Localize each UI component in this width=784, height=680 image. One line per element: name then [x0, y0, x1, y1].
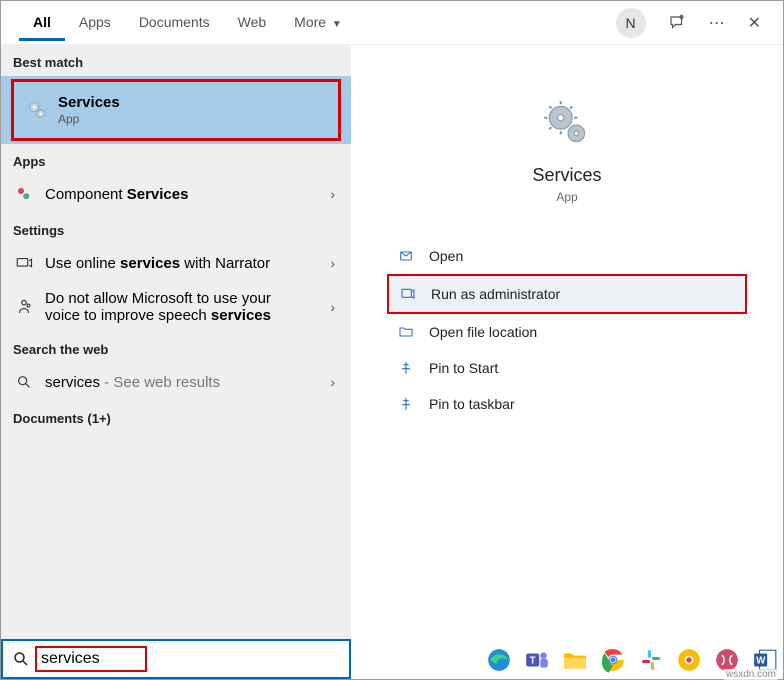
action-run-as-administrator[interactable]: Run as administrator [387, 274, 747, 314]
result-best-services[interactable]: Services App [11, 79, 341, 141]
services-gears-icon [542, 99, 592, 149]
action-pin-to-taskbar[interactable]: Pin to taskbar [387, 386, 747, 422]
result-text-bold: services [120, 255, 180, 272]
action-label: Pin to Start [429, 360, 498, 376]
result-text: services [45, 374, 100, 391]
folder-icon [397, 323, 415, 341]
accessibility-icon [13, 252, 35, 274]
tab-apps[interactable]: Apps [65, 4, 125, 41]
results-panel: Best match Services App Apps Compon [1, 45, 351, 679]
action-pin-to-start[interactable]: Pin to Start [387, 350, 747, 386]
action-label: Run as administrator [431, 286, 560, 302]
search-bar [1, 639, 351, 679]
chevron-right-icon: › [330, 255, 339, 271]
section-search-web: Search the web [1, 332, 351, 363]
section-settings: Settings [1, 213, 351, 244]
component-services-icon [13, 183, 35, 205]
feedback-icon[interactable] [668, 14, 686, 32]
chevron-right-icon: › [330, 374, 339, 390]
taskbar-edge-icon[interactable] [482, 645, 516, 675]
section-apps: Apps [1, 144, 351, 175]
open-icon [397, 247, 415, 265]
result-speech-services[interactable]: Do not allow Microsoft to use your voice… [1, 282, 351, 332]
result-hint: - See web results [100, 374, 220, 391]
admin-shield-icon [399, 285, 417, 303]
tab-documents[interactable]: Documents [125, 4, 224, 41]
action-label: Open [429, 248, 463, 264]
svg-text:T: T [530, 655, 536, 666]
preview-title: Services [532, 165, 601, 186]
preview-subtitle: App [556, 190, 577, 204]
result-web-services[interactable]: services - See web results › [1, 363, 351, 401]
search-icon [13, 371, 35, 393]
result-component-services[interactable]: Component Services › [1, 175, 351, 213]
result-text-bold: services [211, 307, 271, 324]
result-narrator-services[interactable]: Use online services with Narrator › [1, 244, 351, 282]
search-icon [7, 650, 35, 668]
tab-all[interactable]: All [19, 4, 65, 41]
result-text-bold: Services [127, 186, 189, 203]
result-text: with Narrator [180, 255, 270, 272]
titlebar: All Apps Documents Web More ▼ N ⋯ ✕ [1, 1, 783, 45]
result-text: Use online [45, 255, 120, 272]
chevron-right-icon: › [330, 186, 339, 202]
chevron-down-icon: ▼ [329, 19, 342, 30]
svg-text:W: W [756, 655, 766, 666]
pin-icon [397, 395, 415, 413]
taskbar-teams-icon[interactable]: T [520, 645, 554, 675]
close-button[interactable]: ✕ [748, 13, 761, 33]
result-text: Do not allow Microsoft to use your [45, 290, 320, 307]
gears-icon [26, 99, 48, 121]
speech-icon [13, 296, 35, 318]
taskbar-chrome-canary-icon[interactable] [672, 645, 706, 675]
taskbar-slack-icon[interactable] [634, 645, 668, 675]
result-best-subtitle: App [58, 112, 326, 126]
user-avatar[interactable]: N [616, 8, 646, 38]
action-label: Open file location [429, 324, 537, 340]
action-open[interactable]: Open [387, 238, 747, 274]
tab-web[interactable]: Web [224, 4, 281, 41]
taskbar-explorer-icon[interactable] [558, 645, 592, 675]
action-open-file-location[interactable]: Open file location [387, 314, 747, 350]
more-options-icon[interactable]: ⋯ [708, 14, 726, 32]
tab-more[interactable]: More ▼ [280, 4, 356, 41]
preview-panel: Services App Open Run as administrator O… [351, 45, 783, 679]
chevron-right-icon: › [330, 299, 339, 315]
action-label: Pin to taskbar [429, 396, 515, 412]
taskbar-chrome-icon[interactable] [596, 645, 630, 675]
result-best-title: Services [58, 94, 326, 111]
pin-icon [397, 359, 415, 377]
watermark: wsxdn.com [724, 669, 778, 680]
result-text: voice to improve speech [45, 307, 211, 324]
section-documents: Documents (1+) [1, 401, 351, 432]
result-text: Component [45, 186, 127, 203]
search-input[interactable] [41, 650, 141, 668]
section-best-match: Best match [1, 45, 351, 76]
filter-tabs: All Apps Documents Web More ▼ [1, 4, 356, 41]
